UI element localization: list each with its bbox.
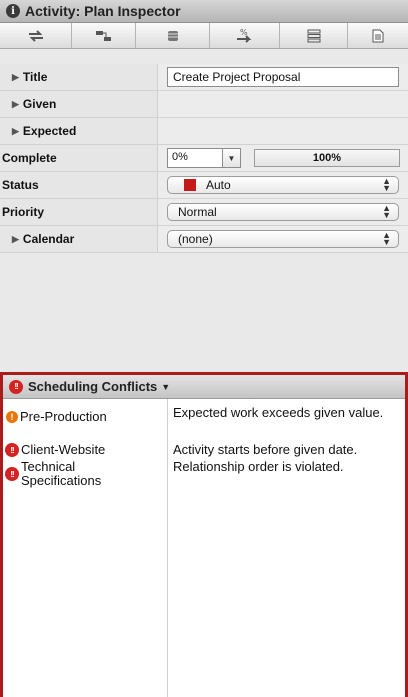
error-icon: !!: [5, 467, 19, 481]
activity-inspector-panel: i Activity: Plan Inspector % ▶ Title Cre…: [0, 0, 408, 372]
status-popup[interactable]: Auto ▲ ▼: [167, 176, 399, 194]
conflicts-header[interactable]: !! Scheduling Conflicts ▼: [3, 375, 405, 399]
given-row: ▶ Given: [0, 91, 408, 118]
title-label[interactable]: ▶ Title: [0, 64, 158, 90]
list-icon[interactable]: [280, 23, 348, 48]
conflicts-title: Scheduling Conflicts: [28, 379, 158, 394]
document-icon[interactable]: [348, 23, 408, 48]
scheduling-conflicts-panel: !! Scheduling Conflicts ▼ ! Pre-Producti…: [0, 372, 408, 697]
conflict-item[interactable]: !! Technical Specifications: [5, 460, 141, 488]
expected-row: ▶ Expected: [0, 118, 408, 145]
conflict-activity-name: Pre-Production: [20, 409, 107, 424]
error-icon: !!: [5, 443, 19, 457]
info-icon: i: [6, 4, 20, 18]
conflict-message: Relationship order is violated.: [173, 459, 344, 474]
priority-row: Priority Normal ▲ ▼: [0, 199, 408, 226]
complete-progress-bar[interactable]: 100%: [254, 149, 400, 167]
status-color-swatch: [184, 179, 196, 191]
calendar-popup[interactable]: (none) ▲ ▼: [167, 230, 399, 248]
expected-value: [158, 118, 408, 144]
column-divider: [167, 399, 168, 697]
inspector-titlebar[interactable]: i Activity: Plan Inspector: [0, 0, 408, 23]
status-row: Status Auto ▲ ▼: [0, 172, 408, 199]
chevron-down-icon[interactable]: ▼: [161, 382, 170, 392]
conflict-item[interactable]: !! Client-Website: [5, 443, 105, 457]
conflict-message: Activity starts before given date.: [173, 442, 358, 457]
complete-row: Complete 0% ▼ 100%: [0, 145, 408, 172]
title-row: ▶ Title Create Project Proposal: [0, 64, 408, 91]
title-label-text: Title: [22, 70, 48, 84]
disclosure-triangle-icon[interactable]: ▶: [12, 99, 19, 110]
expected-label-text: Expected: [22, 124, 77, 138]
conflict-item[interactable]: ! Pre-Production: [6, 410, 107, 424]
database-icon[interactable]: [136, 23, 210, 48]
calendar-label-text: Calendar: [22, 232, 75, 246]
priority-label: Priority: [0, 199, 158, 225]
calendar-row: ▶ Calendar (none) ▲ ▼: [0, 226, 408, 253]
chevron-down-icon: ▼: [227, 153, 236, 163]
complete-percent-field[interactable]: 0%: [167, 148, 223, 168]
title-field[interactable]: Create Project Proposal: [167, 67, 399, 87]
calendar-value: (none): [178, 232, 213, 246]
inspector-toolbar: %: [0, 23, 408, 49]
percent-arrow-icon[interactable]: %: [210, 23, 280, 48]
expected-label[interactable]: ▶ Expected: [0, 118, 158, 144]
resize-corner-icon[interactable]: [72, 23, 136, 48]
disclosure-triangle-icon[interactable]: ▶: [12, 126, 19, 137]
error-icon: !!: [9, 379, 23, 394]
conflict-message: Expected work exceeds given value.: [173, 405, 384, 420]
updown-arrows-icon: ▲ ▼: [382, 176, 391, 193]
complete-label: Complete: [0, 145, 158, 171]
swap-arrows-icon[interactable]: [0, 23, 72, 48]
updown-arrows-icon: ▲ ▼: [382, 230, 391, 247]
status-label: Status: [0, 172, 158, 198]
conflict-activity-name: Technical Specifications: [21, 459, 102, 488]
given-label[interactable]: ▶ Given: [0, 91, 158, 117]
conflict-activity-name: Client-Website: [21, 442, 106, 457]
priority-value: Normal: [178, 205, 217, 219]
disclosure-triangle-icon[interactable]: ▶: [12, 234, 19, 245]
updown-arrows-icon: ▲ ▼: [382, 203, 391, 220]
status-value: Auto: [206, 178, 231, 192]
calendar-label[interactable]: ▶ Calendar: [0, 226, 158, 252]
disclosure-triangle-icon[interactable]: ▶: [12, 72, 19, 83]
priority-popup[interactable]: Normal ▲ ▼: [167, 203, 399, 221]
complete-dropdown-button[interactable]: ▼: [222, 148, 241, 168]
given-label-text: Given: [22, 97, 57, 111]
warning-icon: !: [6, 411, 18, 423]
inspector-title: Activity: Plan Inspector: [25, 3, 181, 19]
given-value: [158, 91, 408, 117]
